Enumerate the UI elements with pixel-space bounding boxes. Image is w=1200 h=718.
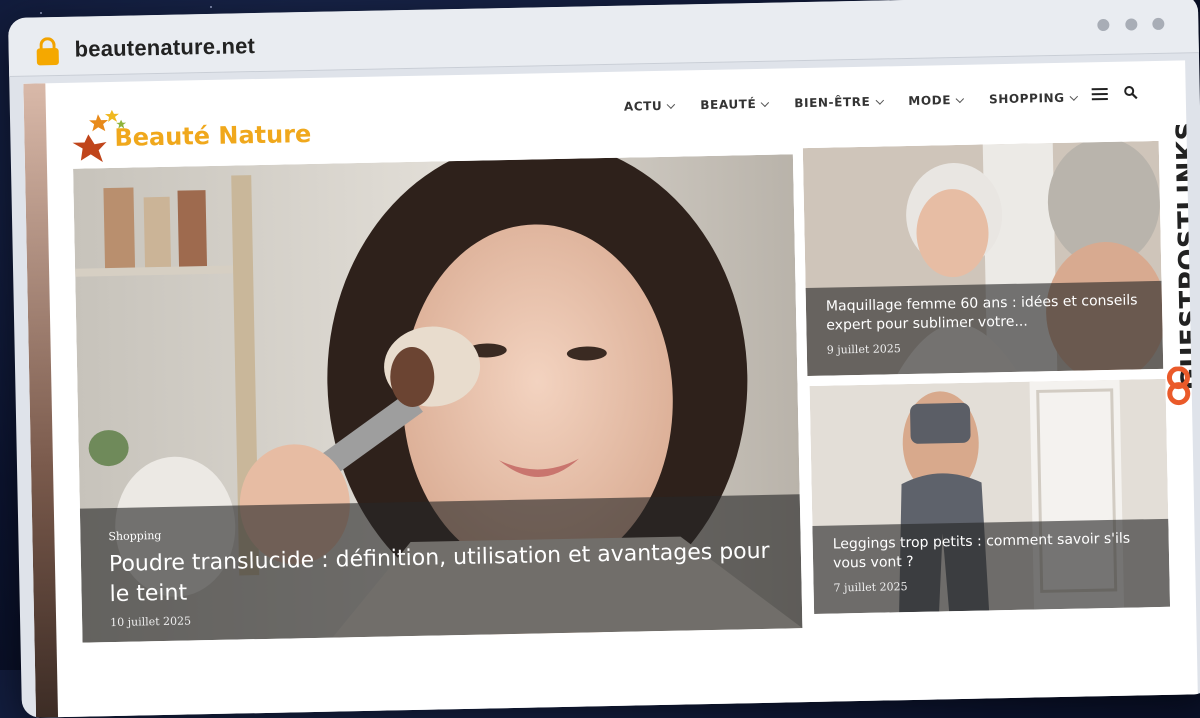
chevron-down-icon — [667, 99, 676, 109]
nav-label: SHOPPING — [988, 90, 1065, 107]
browser-window: beautenature.net Beauté Nature ACTU BEAU… — [8, 0, 1200, 718]
nav-label: BIEN-ÊTRE — [794, 94, 871, 111]
web-page: Beauté Nature ACTU BEAUTÉ BIEN-ÊTRE MODE… — [23, 60, 1198, 718]
main-nav: ACTU BEAUTÉ BIEN-ÊTRE MODE SHOPPING — [624, 90, 1103, 114]
logo-text: Beauté Nature — [114, 119, 312, 152]
chevron-down-icon — [955, 94, 965, 103]
hamburger-icon[interactable] — [1091, 87, 1108, 101]
url-text[interactable]: beautenature.net — [74, 33, 255, 63]
left-background-strip — [23, 83, 59, 718]
nav-item-beaute[interactable]: BEAUTÉ — [700, 97, 770, 113]
nav-item-actu[interactable]: ACTU — [623, 98, 676, 114]
lock-icon — [36, 37, 59, 66]
article-category[interactable]: Shopping — [108, 529, 161, 543]
article-card[interactable]: Maquillage femme 60 ans : idées et conse… — [802, 140, 1164, 377]
window-dot-2[interactable] — [1124, 18, 1138, 31]
featured-article-card[interactable]: Shopping Poudre translucide : définition… — [73, 154, 803, 643]
nav-label: MODE — [908, 93, 952, 108]
chevron-down-icon — [875, 95, 884, 105]
side-brand-watermark: GUESTPOSTLINKS — [1156, 114, 1198, 415]
site-logo[interactable]: Beauté Nature — [66, 100, 327, 165]
nav-label: BEAUTÉ — [700, 97, 757, 113]
window-dot-3[interactable] — [1152, 17, 1165, 31]
window-dot-1[interactable] — [1097, 18, 1110, 32]
article-card[interactable]: Leggings trop petits : comment savoir s'… — [809, 378, 1171, 614]
chevron-down-icon — [761, 98, 770, 107]
side-brand-text: GUESTPOSTLINKS — [1171, 120, 1198, 390]
nav-item-mode[interactable]: MODE — [908, 93, 965, 108]
nav-item-shopping[interactable]: SHOPPING — [988, 90, 1078, 107]
article-date: 7 juillet 2025 — [833, 580, 908, 595]
link-icon — [1166, 366, 1191, 406]
nav-item-bien-etre[interactable]: BIEN-ÊTRE — [794, 94, 884, 111]
search-icon[interactable] — [1124, 85, 1138, 100]
article-date: 10 juillet 2025 — [110, 614, 192, 630]
nav-label: ACTU — [623, 98, 663, 114]
chevron-down-icon — [1069, 91, 1078, 101]
article-date: 9 juillet 2025 — [826, 342, 901, 357]
window-controls[interactable] — [1086, 17, 1165, 37]
article-title[interactable]: Maquillage femme 60 ans : idées et conse… — [826, 291, 1147, 335]
article-title[interactable]: Leggings trop petits : comment savoir s'… — [833, 529, 1154, 573]
